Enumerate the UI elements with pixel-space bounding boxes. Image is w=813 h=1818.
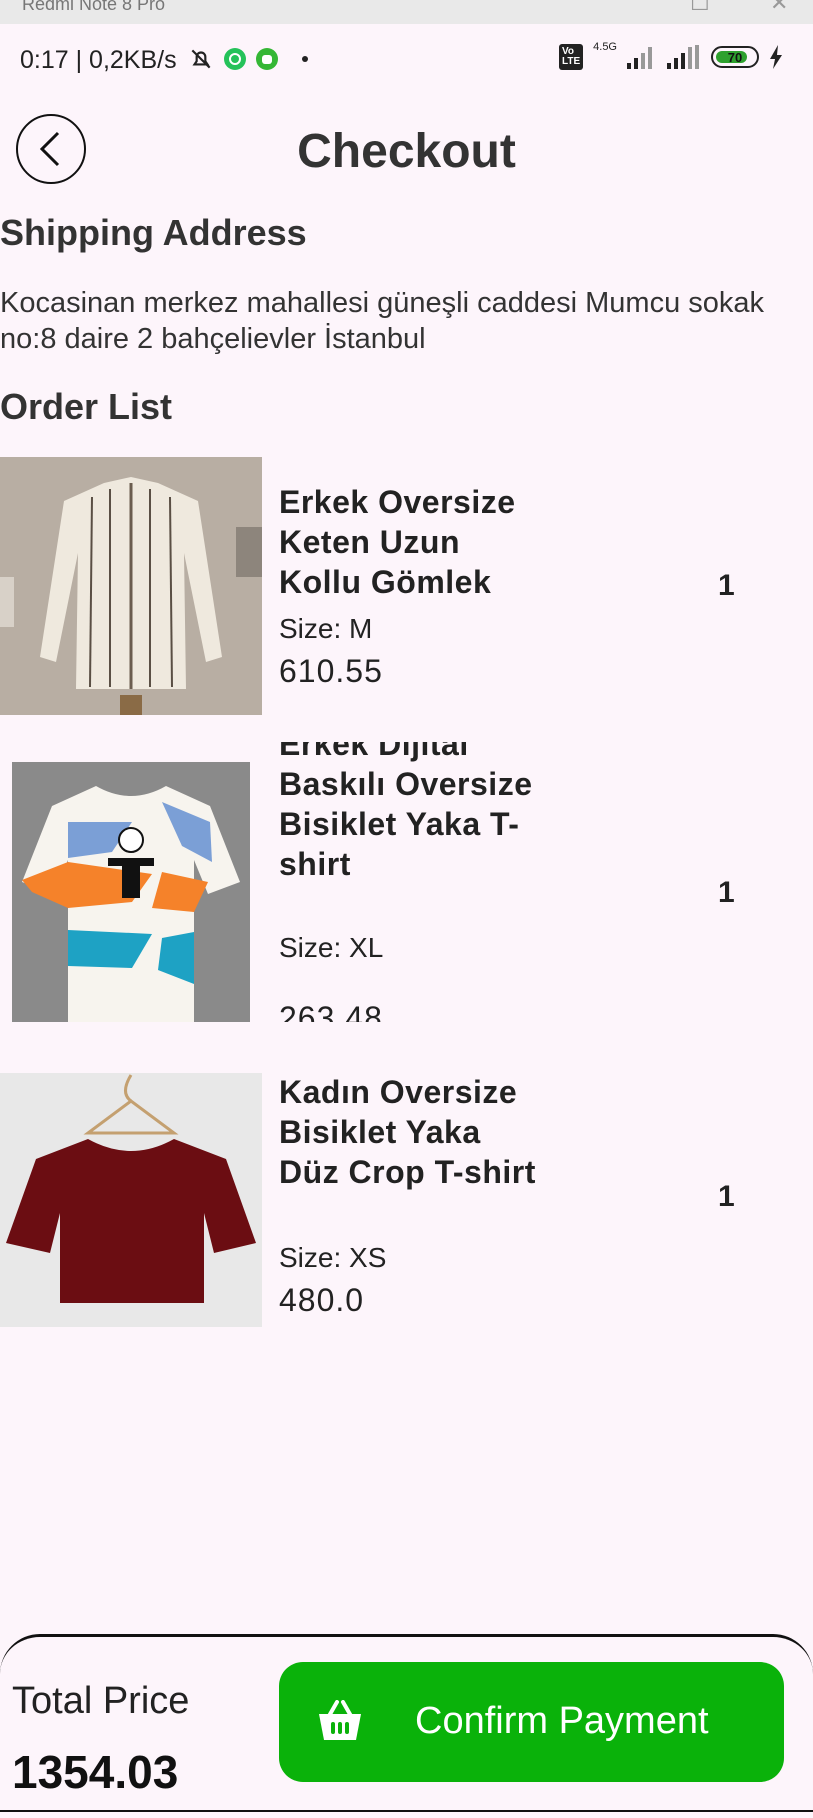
item-size: Size: XL (279, 932, 384, 963)
window-title-bar: Redmi Note 8 Pro ☐ ✕ (0, 0, 813, 24)
total-price-label: Total Price (12, 1680, 190, 1722)
item-quantity: 1 (718, 569, 735, 602)
item-quantity: 1 (718, 876, 735, 909)
maximize-icon[interactable]: ☐ (690, 0, 710, 16)
signal-icon-1 (627, 47, 652, 69)
app-cat-icon (256, 48, 278, 70)
status-icons-left (188, 46, 308, 72)
item-price: 263.48 (279, 1000, 383, 1022)
tshirt-image-icon (12, 762, 250, 1022)
shirt-image-icon (0, 457, 262, 715)
confirm-payment-button[interactable]: Confirm Payment (279, 1662, 784, 1782)
network-type: 4.5G (593, 41, 617, 53)
status-bar: 0:17 | 0,2KB/s Vo LTE 4.5G 70 (0, 40, 813, 84)
status-time: 0:17 | 0,2KB/s (20, 46, 177, 74)
item-size: Size: M (279, 613, 373, 644)
shipping-heading: Shipping Address (0, 212, 307, 253)
status-icons-right: Vo LTE 4.5G 70 (558, 41, 783, 70)
item-quantity: 1 (718, 1180, 735, 1213)
charging-icon (770, 45, 782, 69)
item-price: 480.0 (279, 1282, 365, 1318)
shipping-address: Kocasinan merkez mahallesi güneşli cadde… (0, 287, 765, 355)
item-name: Erkek Dijital Baskılı Oversize Bisiklet … (279, 742, 533, 882)
order-list-heading: Order List (0, 386, 173, 427)
basket-icon (319, 1700, 361, 1740)
battery-icon: 70 (711, 46, 759, 68)
item-name: Kadın Oversize Bisiklet Yaka Düz Crop T-… (279, 1074, 536, 1190)
product-image (0, 457, 262, 715)
product-image (0, 1073, 262, 1327)
volte-icon: Vo LTE (558, 44, 584, 70)
page-title: Checkout (297, 125, 516, 178)
close-icon[interactable]: ✕ (770, 0, 788, 16)
bell-muted-icon (191, 49, 211, 69)
divider (0, 1810, 813, 1812)
order-item: Erkek Dijital Baskılı Oversize Bisiklet … (0, 742, 813, 1022)
window-title: Redmi Note 8 Pro (22, 0, 166, 14)
item-size: Size: XS (279, 1242, 387, 1273)
signal-icon-2 (667, 45, 699, 69)
item-price: 610.55 (279, 653, 383, 689)
product-image (12, 762, 250, 1022)
battery-level: 70 (727, 49, 743, 65)
total-price-value: 1354.03 (12, 1746, 179, 1798)
confirm-payment-label: Confirm Payment (415, 1700, 709, 1742)
whatsapp-icon (224, 48, 246, 70)
item-name: Erkek Oversize Keten Uzun Kollu Gömlek (279, 484, 516, 600)
crop-tshirt-image-icon (0, 1073, 262, 1327)
more-notifications-dot (302, 56, 308, 62)
